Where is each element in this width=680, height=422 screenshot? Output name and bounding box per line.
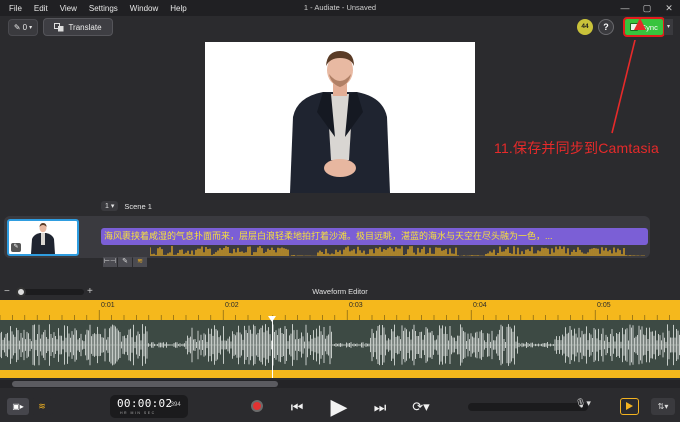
scene-number-dropdown[interactable]: 1 ▾ <box>101 201 119 211</box>
options-menu-button[interactable]: ⇅▾ <box>651 398 675 415</box>
annotation-text: 11.保存并同步到Camtasia <box>494 140 659 156</box>
playhead-handle[interactable] <box>268 316 276 322</box>
pencil-icon: ✎ <box>13 23 21 32</box>
window-controls: — ▢ ✕ <box>614 0 680 16</box>
timecode-units: HR MIN SEC <box>120 411 156 415</box>
timecode-display: 00:00:02 .394 HR MIN SEC <box>110 395 188 418</box>
toolbar: ✎ 0 ▾ Translate 44 ? Sync ▾ <box>0 16 680 40</box>
help-button[interactable]: ? <box>598 19 614 35</box>
minimize-button[interactable]: — <box>614 0 636 16</box>
scene-waveform-path <box>150 246 645 256</box>
scene-waveform <box>150 246 645 256</box>
timeline-ruler[interactable]: 0:01 0:02 0:03 0:04 0:05 <box>0 300 680 320</box>
translate-icon <box>54 22 64 31</box>
preview-play-toggle[interactable] <box>620 398 639 415</box>
tick-label-1: 0:01 <box>101 302 115 309</box>
scene-thumbnail[interactable]: ✎ <box>7 219 79 256</box>
horizontal-scrollbar[interactable] <box>0 380 680 388</box>
edit-mode-dropdown[interactable]: ✎ 0 ▾ <box>8 19 38 36</box>
edit-count: 0 <box>22 23 28 32</box>
translate-button[interactable]: Translate <box>43 18 113 36</box>
loop-button[interactable]: ⟳▾ <box>410 396 432 418</box>
waveform-bottom-bar <box>0 370 680 378</box>
arrow-head <box>634 18 646 30</box>
video-toggle-button[interactable]: ▣▸ <box>7 398 29 415</box>
notification-badge[interactable]: 44 <box>577 19 593 35</box>
scene-tools: ⊢⊣ ✎ ≋ <box>103 257 147 267</box>
transport-bar: ▣▸ ≋ 00:00:02 .394 HR MIN SEC ⏮ ▶ ⏭ ⟳▾ 🎙… <box>0 392 680 422</box>
trim-icon[interactable]: ⊢⊣ <box>103 257 117 267</box>
audio-toggle-button[interactable]: ≋ <box>31 398 53 415</box>
tick-label-4: 0:04 <box>473 302 487 309</box>
maximize-button[interactable]: ▢ <box>636 0 658 16</box>
playhead-line[interactable] <box>272 316 273 378</box>
transcript-text[interactable]: 海风裹挟着咸湿的气息扑面而来，层层白浪轻柔地拍打着沙滩。极目远眺，湛蓝的海水与天… <box>101 228 648 245</box>
close-button[interactable]: ✕ <box>658 0 680 16</box>
scene-header: 1 ▾ Scene 1 <box>101 201 152 211</box>
timecode-fraction: .394 <box>169 402 181 408</box>
translate-label: Translate <box>68 22 102 32</box>
tick-label-5: 0:05 <box>597 302 611 309</box>
menu-file[interactable]: File <box>0 4 28 13</box>
video-preview-area: 11.保存并同步到Camtasia <box>0 40 680 197</box>
record-button[interactable] <box>251 400 263 412</box>
waveform-editor-header: − + Waveform Editor <box>0 285 680 299</box>
sync-options-dropdown[interactable]: ▾ <box>664 19 673 35</box>
previous-button[interactable]: ⏮ <box>289 396 305 418</box>
menu-bar: File Edit View Settings Window Help <box>0 0 680 16</box>
menu-settings[interactable]: Settings <box>83 4 124 13</box>
menu-help[interactable]: Help <box>164 4 192 13</box>
app-window: File Edit View Settings Window Help 1 - … <box>0 0 680 422</box>
menu-window[interactable]: Window <box>124 4 164 13</box>
waveform-graphic <box>0 324 680 366</box>
scene-title: Scene 1 <box>124 201 152 211</box>
chevron-down-icon: ▾ <box>29 25 33 31</box>
tick-label-2: 0:02 <box>225 302 239 309</box>
timecode-value: 00:00:02 <box>117 397 173 410</box>
annotation-arrow <box>611 40 636 134</box>
tick-label-3: 0:03 <box>349 302 363 309</box>
edit-icon[interactable]: ✎ <box>118 257 132 267</box>
audio-wave-icon[interactable]: ≋ <box>133 257 147 267</box>
volume-icon[interactable]: 🎙▾ <box>575 398 591 409</box>
thumbnail-edit-icon[interactable]: ✎ <box>11 243 21 252</box>
next-button[interactable]: ⏭ <box>372 396 388 418</box>
volume-slider[interactable] <box>468 403 588 411</box>
waveform-editor-title: Waveform Editor <box>312 287 368 296</box>
play-button[interactable]: ▶ <box>327 396 351 418</box>
main-waveform[interactable] <box>0 320 680 370</box>
menu-edit[interactable]: Edit <box>28 4 54 13</box>
scrollbar-thumb[interactable] <box>12 381 278 387</box>
menu-view[interactable]: View <box>54 4 83 13</box>
